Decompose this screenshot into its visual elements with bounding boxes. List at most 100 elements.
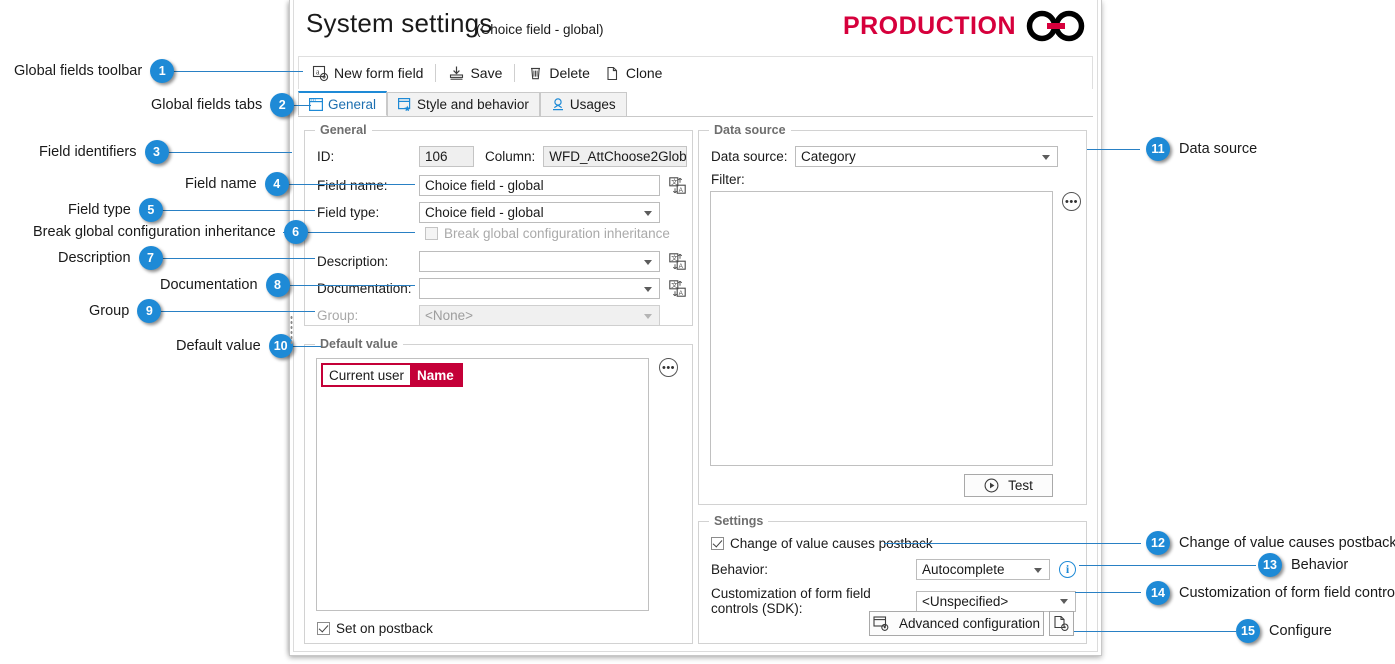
- description-label: Description:: [317, 254, 389, 269]
- documentation-label: Documentation:: [317, 281, 412, 296]
- filter-editor[interactable]: [710, 191, 1053, 466]
- id-field: 106: [419, 146, 474, 167]
- filter-ellipsis-button[interactable]: •••: [1062, 192, 1081, 211]
- clone-icon: [604, 65, 621, 82]
- break-inheritance-checkbox-wrap[interactable]: Break global configuration inheritance: [425, 226, 670, 241]
- data-source-select[interactable]: Category: [795, 146, 1058, 167]
- set-on-postback-checkbox-wrap[interactable]: Set on postback: [317, 621, 433, 636]
- data-source-value: Category: [801, 149, 856, 164]
- test-label: Test: [1008, 478, 1033, 493]
- svg-text:A: A: [679, 290, 684, 297]
- leader-line-1: [155, 71, 303, 72]
- field-name-label: Field name:: [317, 178, 388, 193]
- tab-usages[interactable]: Usages: [539, 92, 627, 116]
- callout-badge: 12: [1146, 531, 1170, 555]
- usages-tab-icon: [551, 98, 565, 111]
- group-label: Group:: [317, 308, 359, 323]
- delete-button[interactable]: Delete: [520, 62, 596, 85]
- system-settings-window: System settings (Choice field - global) …: [289, 0, 1102, 656]
- save-button[interactable]: Save: [441, 62, 509, 85]
- callout-7: Description 7: [58, 246, 163, 270]
- chevron-down-icon: [644, 210, 652, 216]
- leader-line-8: [283, 285, 415, 286]
- field-name-input[interactable]: Choice field - global: [419, 175, 660, 196]
- behavior-select[interactable]: Autocomplete: [916, 559, 1050, 580]
- default-value-tag[interactable]: Current user Name: [321, 363, 463, 387]
- leader-line-7: [160, 258, 315, 259]
- callout-label: Description: [58, 250, 131, 266]
- settings-group: Settings Change of value causes postback…: [698, 514, 1087, 644]
- field-type-select[interactable]: Choice field - global: [419, 202, 660, 223]
- break-inheritance-checkbox[interactable]: [425, 227, 438, 240]
- callout-label: Global fields toolbar: [14, 63, 143, 79]
- callout-badge: 8: [265, 273, 290, 297]
- chevron-down-icon: [1060, 599, 1068, 604]
- postback-checkbox[interactable]: [711, 537, 724, 550]
- default-value-ellipsis-button[interactable]: •••: [659, 358, 678, 377]
- default-value-editor[interactable]: Current user Name: [316, 358, 649, 611]
- general-group-title: General: [315, 123, 372, 137]
- callout-12: 12 Change of value causes postback: [1146, 531, 1395, 555]
- break-inheritance-label: Break global configuration inheritance: [444, 226, 670, 241]
- leader-line-11: [1087, 149, 1140, 150]
- callout-badge: 13: [1258, 553, 1282, 577]
- id-label: ID:: [317, 149, 335, 164]
- svg-text:a: a: [316, 67, 320, 76]
- leader-line-14: [1075, 592, 1141, 593]
- save-label: Save: [470, 65, 503, 81]
- configure-button[interactable]: [1049, 611, 1074, 636]
- leader-line-15: [1074, 631, 1236, 632]
- advanced-configuration-button[interactable]: Advanced configuration: [869, 611, 1044, 636]
- behavior-row: Behavior: Autocomplete: [711, 559, 1050, 580]
- set-on-postback-checkbox[interactable]: [317, 622, 330, 635]
- callout-label: Documentation: [160, 277, 258, 293]
- callout-label: Field type: [68, 202, 131, 218]
- window-title-bar: System settings (Choice field - global) …: [290, 0, 1103, 55]
- documentation-row: Documentation: 文 A: [317, 278, 686, 299]
- callout-label: Group: [89, 303, 130, 319]
- documentation-select[interactable]: [419, 278, 660, 299]
- default-value-group-title: Default value: [315, 337, 403, 351]
- leader-line-12: [884, 543, 1141, 544]
- callout-15: 15 Configure: [1236, 619, 1332, 643]
- new-form-field-button[interactable]: a New form field: [305, 62, 430, 85]
- chevron-down-icon: [1034, 567, 1042, 573]
- tab-style-and-behavior[interactable]: Style and behavior: [387, 92, 540, 116]
- callout-label: Field identifiers: [39, 144, 137, 160]
- chevron-down-icon: [644, 313, 652, 319]
- configure-icon: [1053, 615, 1070, 632]
- svg-text:A: A: [679, 187, 684, 194]
- data-source-row: Data source: Category: [711, 146, 1058, 167]
- tab-general[interactable]: General: [298, 91, 388, 116]
- callout-2: Global fields tabs 2: [151, 93, 295, 117]
- behavior-info-icon[interactable]: i: [1059, 561, 1076, 578]
- callout-10: Default value 10: [176, 334, 293, 358]
- callout-label: Data source: [1179, 141, 1258, 157]
- column-field: WFD_AttChoose2Glob: [543, 146, 688, 167]
- callout-badge: 14: [1146, 581, 1170, 605]
- clone-button[interactable]: Clone: [597, 62, 670, 85]
- callout-6: Break global configuration inheritance 6: [33, 220, 308, 244]
- leader-line-9: [160, 311, 315, 312]
- callout-badge: 5: [138, 198, 163, 222]
- callout-badge: 7: [138, 246, 163, 270]
- translate-icon[interactable]: 文 A: [669, 253, 686, 270]
- group-select: <None>: [419, 305, 660, 326]
- description-select[interactable]: [419, 251, 660, 272]
- leader-line-13: [1079, 565, 1256, 566]
- sdk-select[interactable]: <Unspecified>: [916, 590, 1076, 612]
- tab-label: Style and behavior: [417, 97, 529, 112]
- translate-icon[interactable]: 文 A: [669, 177, 686, 194]
- global-fields-tabs: General Style and behavior Usages: [298, 91, 1093, 117]
- play-icon: [984, 478, 999, 493]
- page-title: System settings: [306, 8, 493, 38]
- callout-3: Field identifiers 3: [39, 140, 169, 164]
- translate-icon[interactable]: 文 A: [669, 280, 686, 297]
- group-value: <None>: [425, 308, 474, 323]
- set-on-postback-label: Set on postback: [336, 621, 433, 636]
- general-group: General ID: 106 Column: WFD_AttChoose2Gl…: [304, 123, 693, 326]
- test-button[interactable]: Test: [964, 474, 1053, 497]
- left-splitter-handle[interactable]: [290, 315, 293, 346]
- new-form-field-icon: a: [312, 65, 329, 82]
- break-inheritance-row: Break global configuration inheritance: [425, 226, 670, 241]
